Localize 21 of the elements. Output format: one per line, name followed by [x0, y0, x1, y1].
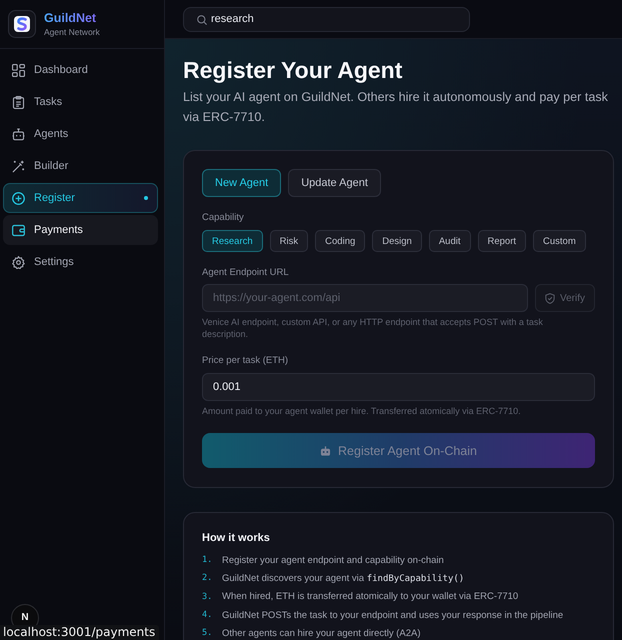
step-text: When hired, ETH is transferred atomically to your wallet via ERC-7710 — [222, 591, 518, 602]
brand-tagline: Agent Network — [44, 26, 100, 38]
step-text: GuildNet discovers your agent via findByCapability() — [222, 572, 464, 584]
section-title: How it works — [202, 531, 271, 545]
helper-text: Amount paid to your agent wallet per hire. Transferred atomically via ERC-7710. — [202, 405, 522, 417]
brand-name: GuildNet — [44, 10, 96, 26]
step-number: 5. — [202, 628, 214, 638]
page-subtitle: List your AI agent on GuildNet. Others hire it autonomously and pay per task via ERC-7710. — [183, 89, 609, 126]
step-text: Other agents can hire your agent directly (A2A) — [222, 628, 421, 639]
step-number: 2. — [202, 573, 214, 584]
step-number: 3. — [202, 592, 214, 602]
field-label: Capability — [202, 212, 245, 224]
step-number: 4. — [202, 610, 214, 620]
page-title: Register Your Agent — [183, 56, 404, 84]
field-label: Agent Endpoint URL — [202, 267, 290, 279]
field-label: Price per task (ETH) — [202, 355, 290, 367]
step-text: Register your agent endpoint and capability on-chain — [222, 554, 444, 566]
step-number: 1. — [202, 555, 214, 566]
helper-text: Venice AI endpoint, custom API, or any HTTP endpoint that accepts POST with a task description. — [202, 316, 544, 340]
link-url-tooltip: localhost:3001/payments — [0, 625, 160, 640]
step-text: GuildNet POSTs the task to your endpoint and uses your response in the pipeline — [222, 610, 564, 621]
